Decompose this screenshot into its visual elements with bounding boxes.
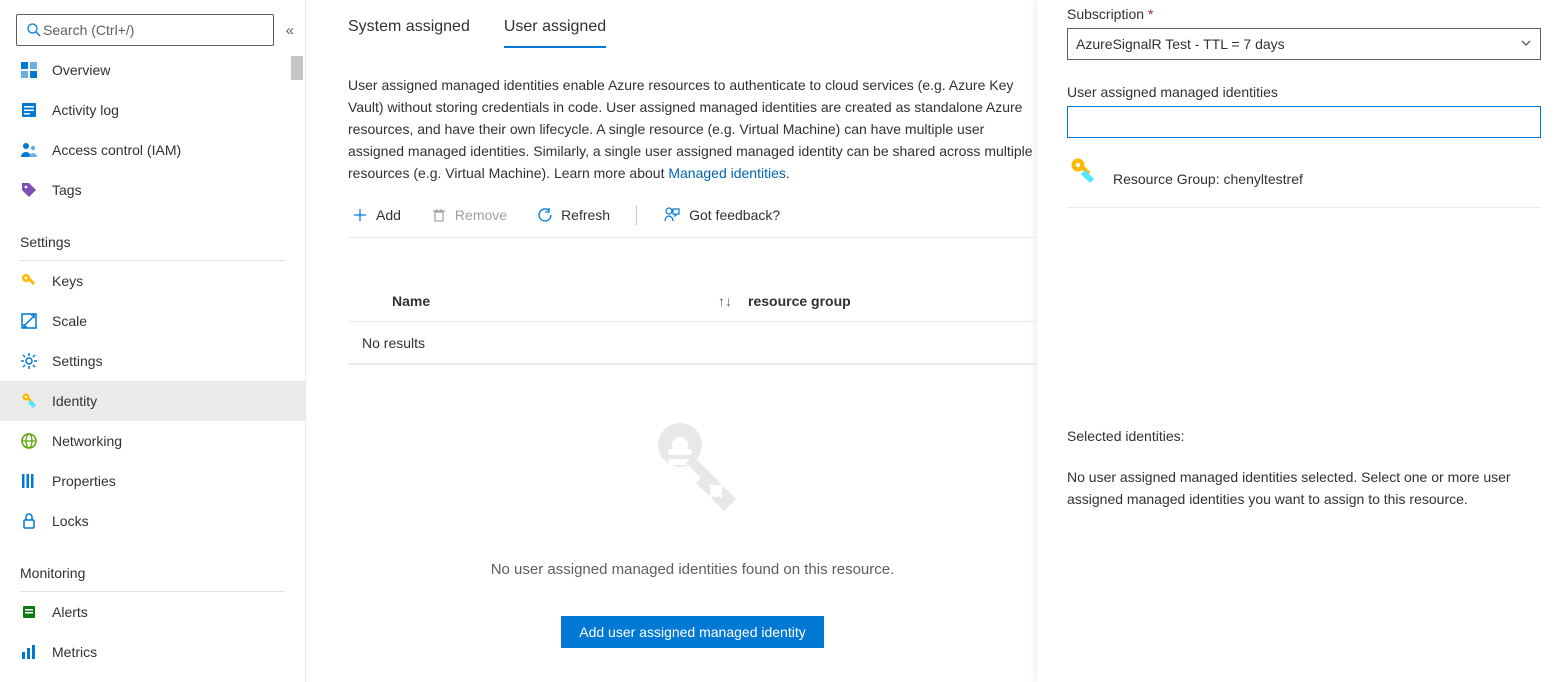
- column-header-resource-group[interactable]: resource group: [748, 293, 1037, 309]
- add-button[interactable]: Add: [348, 199, 405, 231]
- learn-more-link[interactable]: Managed identities: [668, 165, 786, 181]
- toolbar: Add Remove Refresh Got feedback?: [348, 198, 1037, 238]
- uami-search-input[interactable]: [1067, 106, 1541, 138]
- remove-label: Remove: [455, 207, 507, 223]
- add-user-assigned-button[interactable]: Add user assigned managed identity: [561, 616, 823, 648]
- feedback-icon: [663, 206, 681, 224]
- alerts-icon: [20, 603, 38, 621]
- table-header: Name ↑↓ resource group: [348, 280, 1037, 322]
- locks-icon: [20, 512, 38, 530]
- sidebar-item-label: Metrics: [52, 644, 97, 660]
- sort-icon[interactable]: ↑↓: [718, 293, 748, 309]
- identities-table: Name ↑↓ resource group No results: [348, 280, 1037, 365]
- refresh-label: Refresh: [561, 207, 610, 223]
- sidebar-item-label: Overview: [52, 62, 110, 78]
- overview-icon: [20, 61, 38, 79]
- sidebar-item-metrics[interactable]: Metrics: [0, 632, 305, 672]
- empty-state-icon: [638, 413, 748, 523]
- sidebar-item-overview[interactable]: Overview: [0, 50, 305, 90]
- sidebar-item-settings[interactable]: Settings: [0, 341, 305, 381]
- scale-icon: [20, 312, 38, 330]
- networking-icon: [20, 432, 38, 450]
- sidebar-item-label: Keys: [52, 273, 83, 289]
- tab-user-assigned[interactable]: User assigned: [504, 18, 606, 48]
- remove-button: Remove: [427, 199, 511, 231]
- add-identity-panel: Subscription * AzureSignalR Test - TTL =…: [1037, 0, 1557, 682]
- sidebar-item-properties[interactable]: Properties: [0, 461, 305, 501]
- uami-field: User assigned managed identities Resourc…: [1067, 84, 1541, 208]
- metrics-icon: [20, 643, 38, 661]
- table-row: No results: [348, 322, 1037, 364]
- sidebar-item-label: Settings: [52, 353, 103, 369]
- sidebar-item-keys[interactable]: Keys: [0, 261, 305, 301]
- sidebar-item-label: Locks: [52, 513, 89, 529]
- empty-message: No user assigned managed identities foun…: [491, 561, 895, 578]
- description-period: .: [786, 165, 790, 181]
- sidebar-section-settings: Settings: [0, 210, 305, 256]
- sidebar-item-label: Tags: [52, 182, 82, 198]
- toolbar-separator: [636, 205, 637, 225]
- subscription-value: AzureSignalR Test - TTL = 7 days: [1076, 36, 1285, 52]
- search-icon: [25, 21, 43, 39]
- uami-label: User assigned managed identities: [1067, 84, 1541, 100]
- feedback-label: Got feedback?: [689, 207, 780, 223]
- sidebar-item-label: Activity log: [52, 102, 119, 118]
- sidebar-item-label: Scale: [52, 313, 87, 329]
- subscription-field: Subscription * AzureSignalR Test - TTL =…: [1067, 6, 1541, 60]
- description: User assigned managed identities enable …: [348, 74, 1037, 184]
- result-rg-prefix: Resource Group:: [1113, 171, 1224, 187]
- settings-icon: [20, 352, 38, 370]
- feedback-button[interactable]: Got feedback?: [659, 199, 784, 231]
- tabs: System assigned User assigned: [348, 18, 1037, 48]
- activity-log-icon: [20, 101, 38, 119]
- required-asterisk: *: [1148, 6, 1153, 22]
- sidebar-item-activity-log[interactable]: Activity log: [0, 90, 305, 130]
- sidebar-item-scale[interactable]: Scale: [0, 301, 305, 341]
- subscription-label: Subscription *: [1067, 6, 1541, 22]
- refresh-button[interactable]: Refresh: [533, 199, 614, 231]
- sidebar-section-monitoring: Monitoring: [0, 541, 305, 587]
- empty-state: No user assigned managed identities foun…: [348, 413, 1037, 648]
- no-results-cell: No results: [348, 335, 425, 351]
- main-content: System assigned User assigned User assig…: [306, 0, 1037, 682]
- keys-icon: [20, 272, 38, 290]
- subscription-dropdown[interactable]: AzureSignalR Test - TTL = 7 days: [1067, 28, 1541, 60]
- uami-result-item[interactable]: Resource Group: chenyltestref: [1067, 156, 1541, 208]
- subscription-label-text: Subscription: [1067, 6, 1144, 22]
- sidebar-item-networking[interactable]: Networking: [0, 421, 305, 461]
- sidebar-item-identity[interactable]: Identity: [0, 381, 305, 421]
- sidebar-item-label: Alerts: [52, 604, 88, 620]
- column-header-name[interactable]: Name: [348, 293, 718, 309]
- sidebar-item-alerts[interactable]: Alerts: [0, 592, 305, 632]
- sidebar-item-label: Properties: [52, 473, 116, 489]
- result-rg-name: chenyltestref: [1224, 171, 1303, 187]
- plus-icon: [352, 207, 368, 223]
- chevron-down-icon: [1520, 36, 1532, 52]
- trash-icon: [431, 207, 447, 223]
- sidebar-item-access-control[interactable]: Access control (IAM): [0, 130, 305, 170]
- sidebar-item-label: Access control (IAM): [52, 142, 181, 158]
- sidebar-scroll: « Overview Activity log Access control (…: [0, 0, 305, 682]
- sidebar-item-tags[interactable]: Tags: [0, 170, 305, 210]
- properties-icon: [20, 472, 38, 490]
- search-input[interactable]: [43, 22, 265, 38]
- sidebar-scrollbar[interactable]: [289, 56, 305, 682]
- tags-icon: [20, 181, 38, 199]
- search-wrap: «: [0, 14, 305, 50]
- sidebar-item-label: Identity: [52, 393, 97, 409]
- refresh-icon: [537, 207, 553, 223]
- collapse-sidebar-button[interactable]: «: [286, 22, 289, 39]
- sidebar: « Overview Activity log Access control (…: [0, 0, 306, 682]
- identity-icon: [20, 392, 38, 410]
- add-label: Add: [376, 207, 401, 223]
- sidebar-item-locks[interactable]: Locks: [0, 501, 305, 541]
- access-control-icon: [20, 141, 38, 159]
- search-box[interactable]: [16, 14, 274, 46]
- no-selected-message: No user assigned managed identities sele…: [1067, 466, 1541, 510]
- result-label: Resource Group: chenyltestref: [1113, 159, 1303, 187]
- selected-identities-title: Selected identities:: [1067, 428, 1541, 444]
- sidebar-item-label: Networking: [52, 433, 122, 449]
- tab-system-assigned[interactable]: System assigned: [348, 18, 470, 48]
- managed-identity-icon: [1067, 156, 1097, 189]
